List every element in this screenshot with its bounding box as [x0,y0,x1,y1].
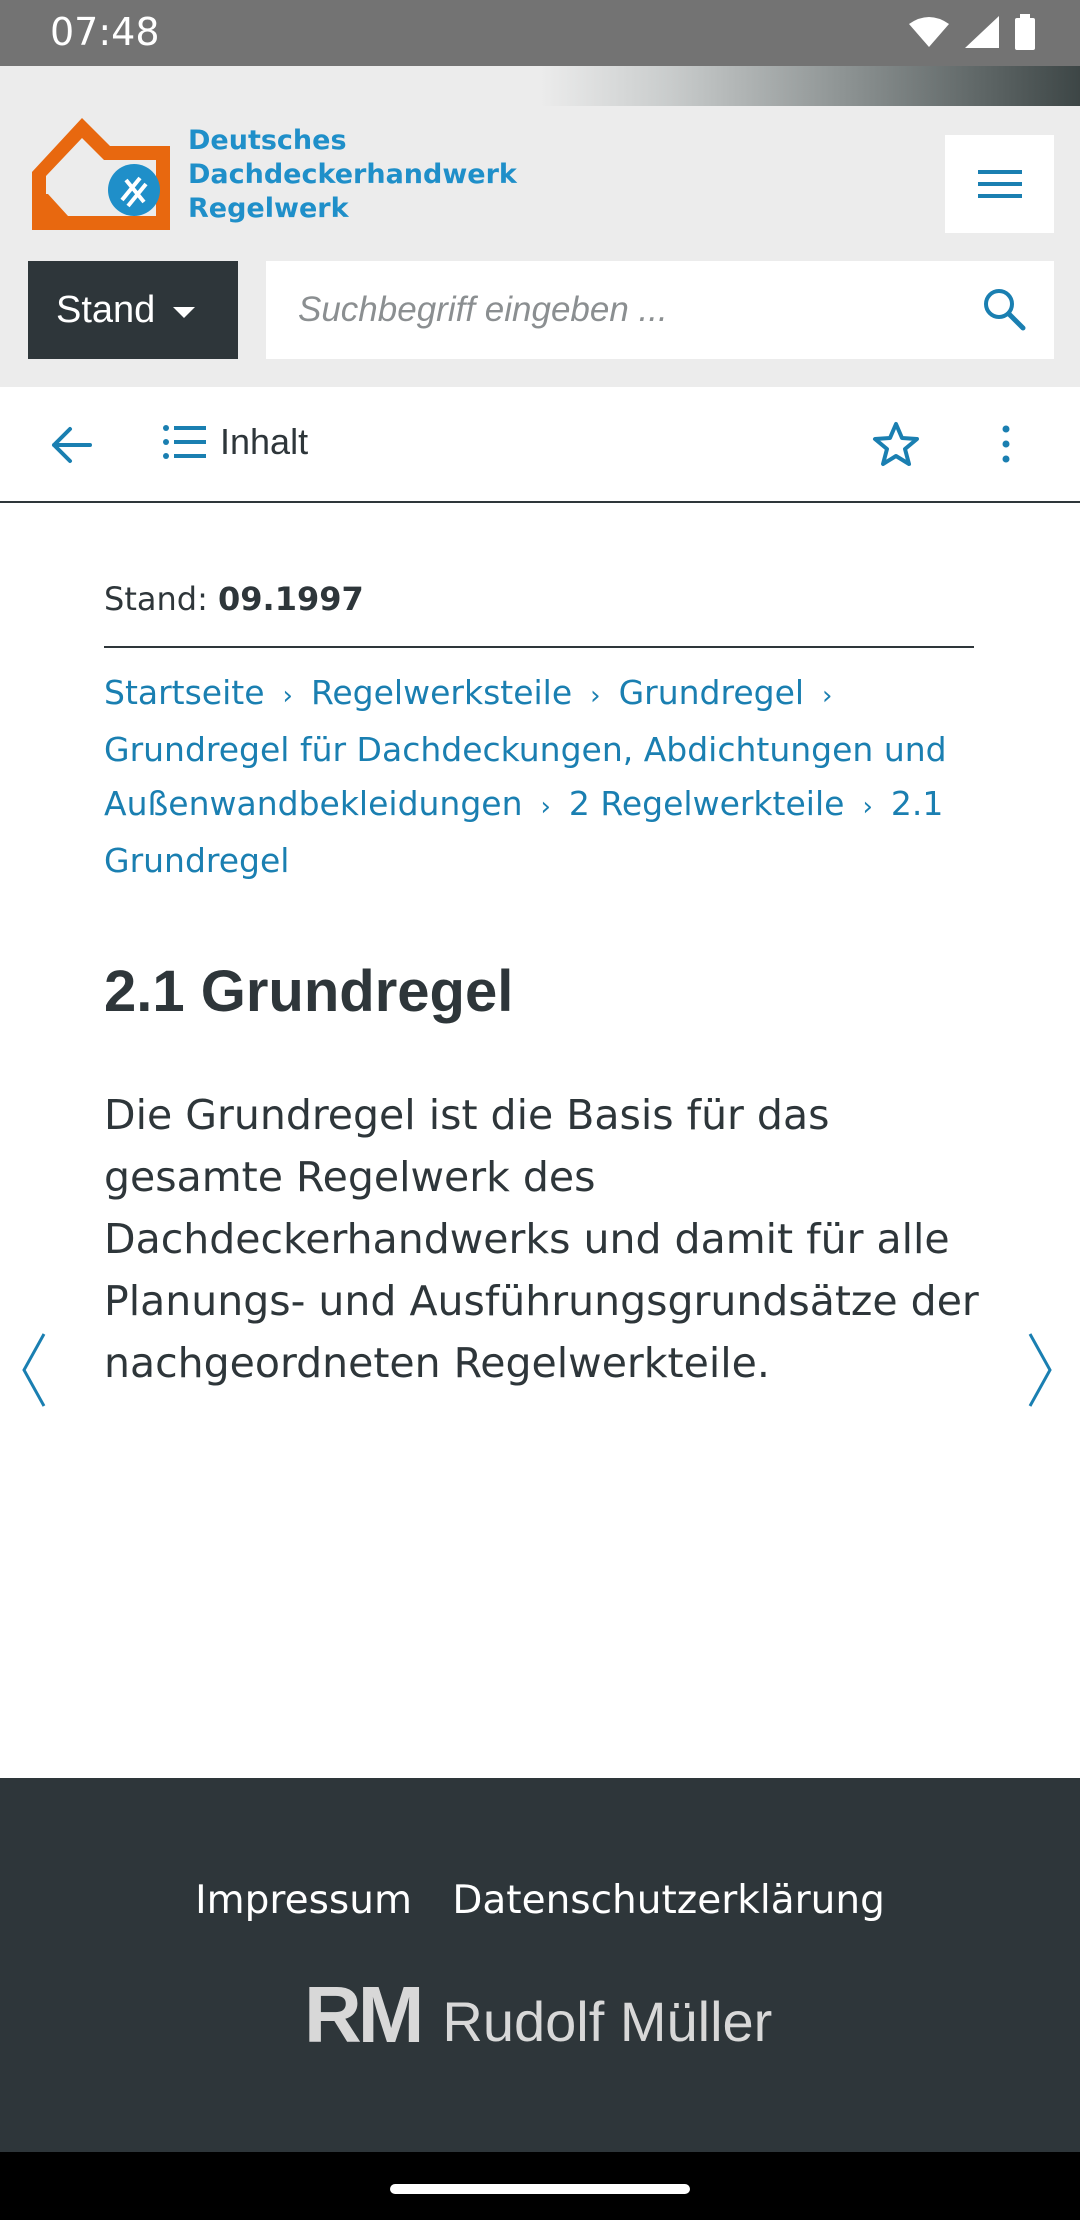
status-icons [908,14,1036,50]
search-bar [266,261,1054,359]
site-footer: Impressum Datenschutzerklärung RM Rudolf… [0,1778,1080,2152]
chevron-right-icon[interactable] [1026,1330,1056,1410]
breadcrumb-chevron-icon: › [862,792,873,822]
impressum-link[interactable]: Impressum [195,1878,412,1923]
stand-dropdown-button[interactable]: Stand [28,261,238,359]
home-gesture-handle[interactable] [390,2184,690,2194]
breadcrumb-chevron-icon: › [590,681,601,711]
logo-line-3: Regelwerk [188,193,349,224]
site-logo[interactable]: Deutsches Dachdeckerhandwerk Regelwerk [28,110,517,238]
contents-button[interactable]: Inhalt [162,421,308,463]
caret-down-icon [173,306,196,318]
roof-logo-icon [32,118,170,230]
breadcrumb-item-startseite[interactable]: Startseite [104,673,265,712]
publisher-logo[interactable]: RM Rudolf Müller [304,1970,773,2059]
status-bar: 07:48 [0,0,1080,66]
hamburger-menu-icon [977,170,1022,198]
breadcrumb: Startseite › Regelwerksteile › Grundregel ›Gr… [104,666,1034,888]
battery-icon [1015,14,1035,50]
publisher-logo-mark: RM [304,1970,424,2059]
logo-line-2: Dachdeckerhandwerk [188,159,517,190]
header-gradient-strip [0,66,1080,106]
stand-info: Stand: 09.1997 [104,580,974,648]
search-icon[interactable] [982,287,1026,331]
stand-info-value: 09.1997 [218,580,364,618]
contents-label: Inhalt [220,421,309,462]
search-input[interactable] [266,261,946,359]
content-toolbar: Inhalt [0,387,1080,503]
footer-links: Impressum Datenschutzerklärung [0,1878,1080,1923]
breadcrumb-item-regelwerkteile[interactable]: 2 Regelwerkteile [569,784,845,823]
breadcrumb-item-grundregel[interactable]: Grundregel [619,673,804,712]
breadcrumb-chevron-icon: › [282,681,293,711]
site-header: Deutsches Dachdeckerhandwerk Regelwerk S… [0,66,1080,387]
breadcrumb-chevron-icon: › [822,681,833,711]
menu-button[interactable] [945,135,1054,233]
wifi-icon [909,17,949,47]
breadcrumb-item-regelwerksteile[interactable]: Regelwerksteile [311,673,572,712]
star-icon[interactable] [872,421,920,467]
list-icon [163,425,206,459]
logo-text: Deutsches Dachdeckerhandwerk Regelwerk [188,124,517,226]
back-arrow-icon[interactable] [50,425,94,465]
body-paragraph: Die Grundregel ist die Basis für das ges… [104,1091,979,1387]
signal-icon [965,16,999,48]
stand-dropdown-label: Stand [56,288,156,331]
chevron-left-icon[interactable] [18,1330,48,1410]
breadcrumb-chevron-icon: › [540,792,551,822]
status-time: 07:48 [50,10,160,54]
page-title: 2.1 Grundregel [104,959,514,1024]
stand-info-label: Stand: [104,580,208,618]
system-nav-bar [0,2152,1080,2220]
logo-line-1: Deutsches [188,125,347,156]
datenschutz-link[interactable]: Datenschutzerklärung [452,1878,884,1923]
publisher-logo-name: Rudolf Müller [442,1990,773,2053]
more-vert-icon[interactable] [990,421,1022,467]
